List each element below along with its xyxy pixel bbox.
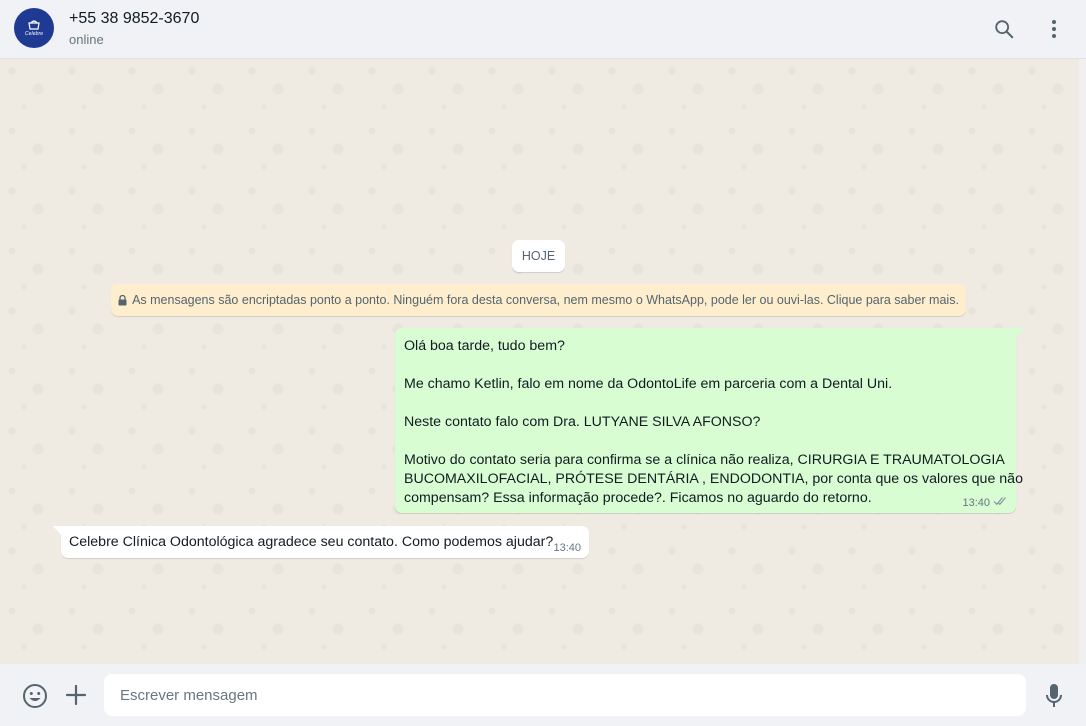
microphone-icon[interactable] <box>1041 682 1067 710</box>
message-line: Me chamo Ketlin, falo em nome da OdontoL… <box>404 376 893 392</box>
message-line-break <box>404 394 1007 413</box>
message-text: Celebre Clínica Odontológica agradece se… <box>69 534 554 550</box>
message-line: Motivo do contato seria para confirma se… <box>404 452 1005 468</box>
outgoing-message[interactable]: Olá boa tarde, tudo bem? Me chamo Ketlin… <box>395 328 1024 513</box>
bubble-tail <box>1016 328 1024 337</box>
message-time: 13:40 <box>962 496 990 509</box>
encryption-notice-text: As mensagens são encriptadas ponto a pon… <box>132 293 959 307</box>
encryption-notice[interactable]: As mensagens são encriptadas ponto a pon… <box>111 284 966 316</box>
lock-icon <box>118 294 127 306</box>
message-line: Olá boa tarde, tudo bem? <box>404 338 565 354</box>
incoming-message[interactable]: Celebre Clínica Odontológica agradece se… <box>53 526 589 558</box>
message-line-break <box>404 432 1007 451</box>
message-line-break <box>404 356 1007 375</box>
date-chip: HOJE <box>512 240 565 272</box>
message-input[interactable] <box>104 674 1026 716</box>
plus-icon[interactable] <box>63 682 89 708</box>
clinic-logo-icon <box>28 20 40 30</box>
emoji-icon[interactable] <box>21 682 49 710</box>
contact-name[interactable]: +55 38 9852-3670 <box>69 10 199 28</box>
message-line: BUCOMAXILOFACIAL, PRÓTESE DENTÁRIA , END… <box>404 471 1023 487</box>
avatar-text: Celebre <box>24 31 44 37</box>
message-time: 13:40 <box>553 542 581 554</box>
kebab-menu-icon[interactable] <box>1041 16 1067 42</box>
bubble-tail <box>53 526 61 535</box>
search-icon[interactable] <box>991 16 1017 42</box>
message-line: compensam? Essa informação procede?. Fic… <box>404 490 872 506</box>
compose-bar <box>0 664 1086 726</box>
chat-scrollbar[interactable] <box>1079 59 1086 664</box>
message-meta: 13:40 <box>962 496 1008 509</box>
avatar[interactable]: Celebre <box>14 8 54 48</box>
message-line: Neste contato falo com Dra. LUTYANE SILV… <box>404 414 761 430</box>
contact-status: online <box>69 32 104 47</box>
double-check-icon <box>993 496 1008 509</box>
chat-header: Celebre +55 38 9852-3670 online <box>0 0 1086 59</box>
